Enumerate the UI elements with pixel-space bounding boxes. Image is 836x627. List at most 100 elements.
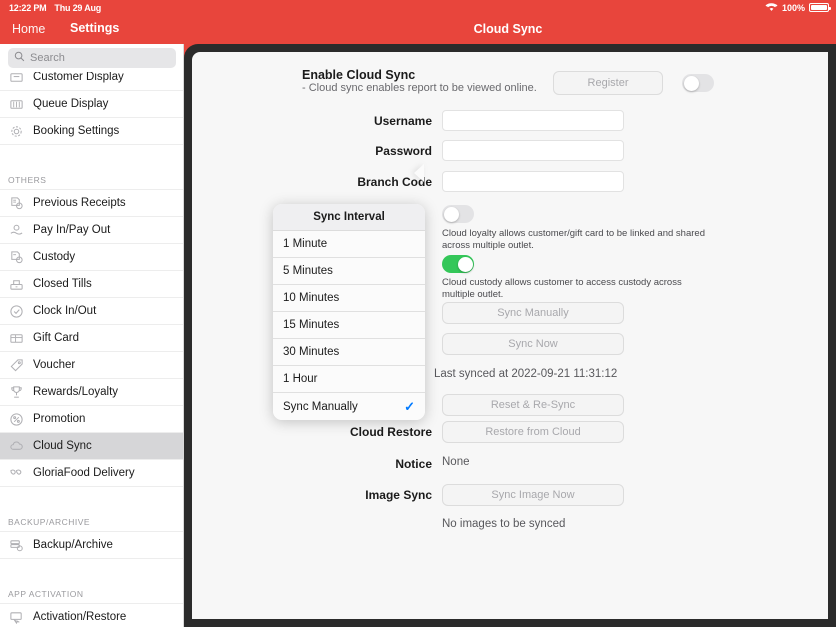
popover-option-label: 1 Hour [283,373,318,385]
custody-icon [8,249,24,265]
nav-settings-title: Settings [70,21,120,35]
check-icon: ✓ [404,398,415,414]
popover-option-30-minutes[interactable]: 30 Minutes [273,339,425,366]
sidebar-item-clock-in-out[interactable]: Clock In/Out [0,298,183,325]
queue-display-icon [8,96,24,112]
delivery-icon [8,465,24,481]
sidebar-section-header: APP ACTIVATION [0,574,183,604]
status-date: Thu 29 Aug [54,2,102,13]
popover-option-label: Sync Manually [283,400,358,413]
battery-full-icon [809,3,831,12]
wifi-icon [765,2,778,14]
enable-cloud-sync-block: Enable Cloud Sync - Cloud sync enables r… [302,68,537,94]
sidebar-item-label: Activation/Restore [33,611,127,623]
sidebar-item-cloud-sync[interactable]: Cloud Sync [0,433,183,460]
backup-icon [8,537,24,553]
sidebar-item-label: Clock In/Out [33,305,97,317]
cloud-custody-toggle[interactable] [442,255,474,273]
password-input[interactable] [442,140,624,161]
status-bar: 12:22 PM Thu 29 Aug 100% [0,0,836,15]
popover-option-10-minutes[interactable]: 10 Minutes [273,285,425,312]
till-icon [8,276,24,292]
cash-hand-icon [8,222,24,238]
tag-icon [8,357,24,373]
last-synced-text: Last synced at 2022-09-21 11:31:12 [434,368,618,380]
sidebar-item-label: Promotion [33,413,86,425]
popover-option-list: 1 Minute 5 Minutes 10 Minutes 15 Minutes 30 … [273,231,425,420]
nav-home-button[interactable]: Home [12,22,45,36]
sidebar-list: Customer Display Queue Display Booking Set… [0,64,183,627]
branch-code-input[interactable] [442,171,624,192]
receipt-icon [8,195,24,211]
main-content: Enable Cloud Sync - Cloud sync enables r… [192,52,828,619]
nav-bar: Home Settings Cloud Sync [0,15,836,44]
popover-option-sync-manually[interactable]: Sync Manually ✓ [273,393,425,420]
sidebar-item-gloriafood-delivery[interactable]: GloriaFood Delivery [0,460,183,487]
reset-resync-button[interactable]: Reset & Re-Sync [442,394,624,416]
enable-cloud-sync-subtitle: - Cloud sync enables report to be viewed… [302,82,537,94]
sidebar-item-label: GloriaFood Delivery [33,467,135,479]
clock-icon [8,303,24,319]
sidebar-item-label: Pay In/Pay Out [33,224,111,236]
enable-cloud-sync-toggle[interactable] [682,74,714,92]
notice-value: None [442,456,470,468]
sidebar-item-label: Previous Receipts [33,197,126,209]
cloud-custody-hint: Cloud custody allows customer to access … [442,277,682,300]
search-bar[interactable]: Search [0,44,183,72]
no-images-text: No images to be synced [442,518,566,530]
username-input[interactable] [442,110,624,131]
gear-icon [8,123,24,139]
popover-option-label: 5 Minutes [283,265,333,277]
sidebar-item-label: Queue Display [33,98,109,110]
sidebar-item-backup-archive[interactable]: Backup/Archive [0,532,183,559]
enable-cloud-sync-title: Enable Cloud Sync [302,68,416,82]
popover-option-label: 15 Minutes [283,319,340,331]
sidebar-item-gift-card[interactable]: Gift Card [0,325,183,352]
sync-interval-popover: Sync Interval 1 Minute 5 Minutes 10 Minute… [273,204,425,420]
sidebar-item-label: Custody [33,251,76,263]
sidebar-spacer [0,145,183,160]
sidebar-item-custody[interactable]: Custody [0,244,183,271]
app-root: 12:22 PM Thu 29 Aug 100% Home Settings C… [0,0,836,627]
sidebar-item-closed-tills[interactable]: Closed Tills [0,271,183,298]
sync-image-now-button[interactable]: Sync Image Now [442,484,624,506]
cloud-loyalty-toggle[interactable] [442,205,474,223]
username-label: Username [373,114,432,128]
sidebar-item-voucher[interactable]: Voucher [0,352,183,379]
sidebar-item-label: Rewards/Loyalty [33,386,119,398]
battery-percent: 100% [781,2,805,13]
restore-from-cloud-button[interactable]: Restore from Cloud [442,421,624,443]
sidebar-item-label: Backup/Archive [33,539,113,551]
popover-option-label: 1 Minute [283,238,328,250]
sidebar-item-label: Voucher [33,359,76,371]
sidebar-section-header: BACKUP/ARCHIVE [0,502,183,532]
image-sync-label: Image Sync [365,488,432,502]
sidebar: Customer Display Queue Display Booking Set… [0,44,184,627]
popover-option-15-minutes[interactable]: 15 Minutes [273,312,425,339]
popover-option-1-hour[interactable]: 1 Hour [273,366,425,393]
sidebar-item-previous-receipts[interactable]: Previous Receipts [0,190,183,217]
sidebar-item-label: Customer Display [33,71,124,83]
cloud-loyalty-hint: Cloud loyalty allows customer/gift card … [442,228,705,251]
register-button[interactable]: Register [553,71,663,95]
sidebar-item-queue-display[interactable]: Queue Display [0,91,183,118]
sidebar-item-activation-restore[interactable]: Activation/Restore [0,604,183,627]
sync-manually-button[interactable]: Sync Manually [442,302,624,324]
sidebar-item-promotion[interactable]: Promotion [0,406,183,433]
sidebar-item-pay-in-pay-out[interactable]: Pay In/Pay Out [0,217,183,244]
search-icon [14,49,25,67]
activation-icon [8,609,24,625]
popover-option-5-minutes[interactable]: 5 Minutes [273,258,425,285]
search-input[interactable]: Search [8,48,176,68]
percent-icon [8,411,24,427]
popover-title: Sync Interval [273,204,425,231]
sidebar-item-label: Closed Tills [33,278,92,290]
popover-option-1-minute[interactable]: 1 Minute [273,231,425,258]
sidebar-item-booking-settings[interactable]: Booking Settings [0,118,183,145]
popover-option-label: 30 Minutes [283,346,340,358]
sidebar-item-rewards-loyalty[interactable]: Rewards/Loyalty [0,379,183,406]
device-frame: Enable Cloud Sync - Cloud sync enables r… [184,44,836,627]
popover-arrow [414,164,424,182]
search-placeholder: Search [30,52,65,64]
sync-now-button[interactable]: Sync Now [442,333,624,355]
